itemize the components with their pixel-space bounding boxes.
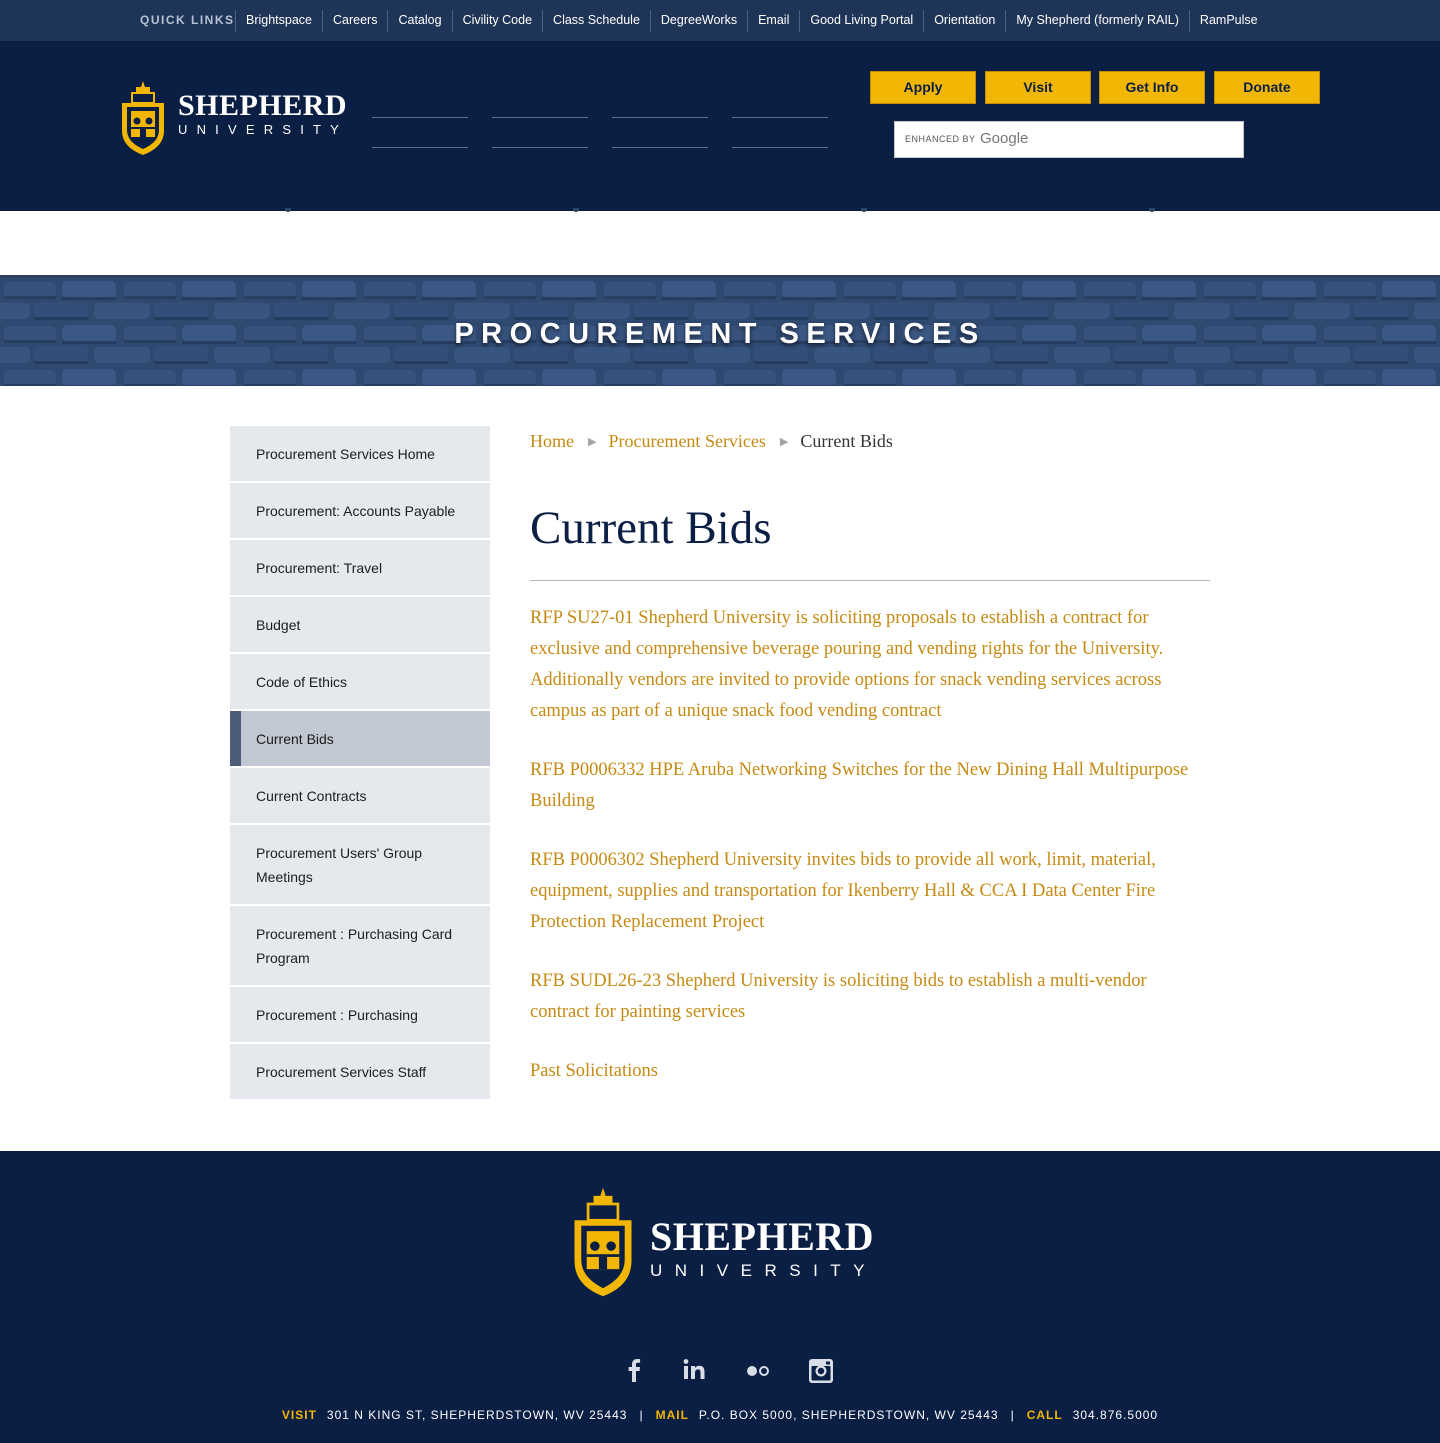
- breadcrumb: Home ▶ Procurement Services ▶ Current Bids: [530, 426, 1210, 456]
- visit-label: VISIT: [281, 1408, 317, 1422]
- visit-address: 301 N KING ST, SHEPHERDSTOWN, WV 25443: [326, 1408, 628, 1422]
- logo-wordmark: SHEPHERD: [178, 89, 348, 122]
- page-banner: PROCUREMENT SERVICES: [0, 275, 1440, 386]
- main-content: Home ▶ Procurement Services ▶ Current Bids C…: [530, 426, 1210, 1115]
- sidebar-item-code-of-ethics[interactable]: Code of Ethics: [230, 654, 490, 711]
- quick-link-my-shepherd[interactable]: My Shepherd (formerly RAIL): [1005, 10, 1189, 32]
- quick-link-class-schedule[interactable]: Class Schedule: [542, 10, 650, 32]
- bid-link-p0006332[interactable]: RFB P0006332 HPE Aruba Networking Switch…: [530, 755, 1210, 817]
- breadcrumb-home[interactable]: Home: [530, 431, 574, 451]
- sidebar-item-services-staff[interactable]: Procurement Services Staff: [230, 1044, 490, 1101]
- quick-link-catalog[interactable]: Catalog: [387, 10, 451, 32]
- banner-title: PROCUREMENT SERVICES: [454, 318, 986, 350]
- phone-number[interactable]: 304.876.5000: [1073, 1408, 1158, 1422]
- sidebar-item-current-contracts[interactable]: Current Contracts: [230, 768, 490, 825]
- sidebar-item-travel[interactable]: Procurement: Travel: [230, 540, 490, 597]
- sidebar-item-accounts-payable[interactable]: Procurement: Accounts Payable: [230, 483, 490, 540]
- breadcrumb-separator-icon: ▶: [779, 436, 789, 448]
- past-solicitations-link[interactable]: Past Solicitations: [530, 1056, 1210, 1087]
- footer-logo[interactable]: SHEPHERD UNIVERSITY: [569, 1185, 879, 1305]
- university-logo[interactable]: SHEPHERD UNIVERSITY: [118, 79, 348, 157]
- instagram-icon[interactable]: [806, 1355, 836, 1385]
- mail-address: P.O. BOX 5000, SHEPHERDSTOWN, WV 25443: [698, 1408, 999, 1422]
- lighthouse-crest-icon: [574, 1187, 632, 1297]
- breadcrumb-procurement-services[interactable]: Procurement Services: [608, 431, 765, 451]
- quick-link-email[interactable]: Email: [747, 10, 799, 32]
- section-sidebar: Procurement Services Home Procurement: A…: [230, 426, 490, 1101]
- linkedin-icon[interactable]: [680, 1355, 710, 1385]
- call-label: CALL: [1026, 1408, 1063, 1422]
- quick-links-title: QUICK LINKS: [140, 13, 235, 27]
- footer-logo-subtitle: UNIVERSITY: [650, 1261, 878, 1280]
- sidebar-item-purchasing[interactable]: Procurement : Purchasing: [230, 987, 490, 1044]
- footer-logo-wordmark: SHEPHERD: [650, 1214, 875, 1259]
- quick-link-civility-code[interactable]: Civility Code: [451, 10, 542, 32]
- flickr-icon[interactable]: [743, 1355, 773, 1385]
- nav-menu-3[interactable]: [612, 117, 708, 148]
- sidebar-item-budget[interactable]: Budget: [230, 597, 490, 654]
- quick-link-orientation[interactable]: Orientation: [923, 10, 1005, 32]
- contact-separator: |: [1010, 1408, 1015, 1422]
- logo-subtitle: UNIVERSITY: [178, 122, 349, 137]
- search-input[interactable]: [1035, 126, 1235, 153]
- sidebar-item-current-bids[interactable]: Current Bids: [230, 711, 490, 768]
- footer-contact: VISIT 301 N KING ST, SHEPHERDSTOWN, WV 25…: [0, 1408, 1440, 1422]
- bid-list: RFP SU27-01 Shepherd University is solic…: [530, 603, 1210, 1087]
- page-title: Current Bids: [530, 502, 772, 554]
- sidebar-item-purchasing-card-program[interactable]: Procurement : Purchasing Card Program: [230, 906, 490, 987]
- quick-link-good-living-portal[interactable]: Good Living Portal: [799, 10, 923, 32]
- lighthouse-crest-icon: [122, 81, 164, 155]
- visit-button[interactable]: Visit: [985, 71, 1091, 104]
- quick-links-list: Brightspace Careers Catalog Civility Cod…: [235, 10, 1268, 32]
- search-enhanced-label: ENHANCED BY: [905, 134, 976, 144]
- nav-menu-2[interactable]: [492, 117, 588, 148]
- contact-separator: |: [639, 1408, 644, 1422]
- quick-link-rampulse[interactable]: RamPulse: [1188, 10, 1268, 32]
- breadcrumb-separator-icon: ▶: [588, 436, 597, 448]
- quick-links-bar: QUICK LINKS Brightspace Careers Catalog …: [0, 0, 1440, 41]
- site-footer: SHEPHERD UNIVERSITY VISIT 301 N KING ST, …: [0, 1151, 1440, 1443]
- title-divider: [530, 580, 1210, 581]
- bid-link-p0006302[interactable]: RFB P0006302 Shepherd University invites…: [530, 845, 1210, 938]
- site-header: SHEPHERD UNIVERSITY Apply Visit Get Info…: [0, 41, 1440, 212]
- google-label: Google: [980, 130, 1029, 147]
- mail-label: MAIL: [655, 1408, 689, 1422]
- bid-link-sudl26-23[interactable]: RFB SUDL26-23 Shepherd University is sol…: [530, 966, 1210, 1028]
- get-info-button[interactable]: Get Info: [1099, 71, 1205, 104]
- nav-menu-4[interactable]: [732, 117, 828, 148]
- bid-link-su27-01[interactable]: RFP SU27-01 Shepherd University is solic…: [530, 603, 1210, 727]
- donate-button[interactable]: Donate: [1214, 71, 1320, 104]
- site-search: ENHANCED BY Google: [894, 121, 1244, 158]
- sidebar-item-procurement-services-home[interactable]: Procurement Services Home: [230, 426, 490, 483]
- breadcrumb-current: Current Bids: [800, 431, 893, 451]
- quick-link-careers[interactable]: Careers: [322, 10, 387, 32]
- sidebar-item-users-group-meetings[interactable]: Procurement Users' Group Meetings: [230, 825, 490, 906]
- apply-button[interactable]: Apply: [870, 71, 976, 104]
- quick-link-brightspace[interactable]: Brightspace: [235, 10, 322, 32]
- nav-menu-1[interactable]: [372, 117, 468, 148]
- quick-link-degreeworks[interactable]: DegreeWorks: [649, 10, 747, 32]
- facebook-icon[interactable]: [619, 1355, 649, 1385]
